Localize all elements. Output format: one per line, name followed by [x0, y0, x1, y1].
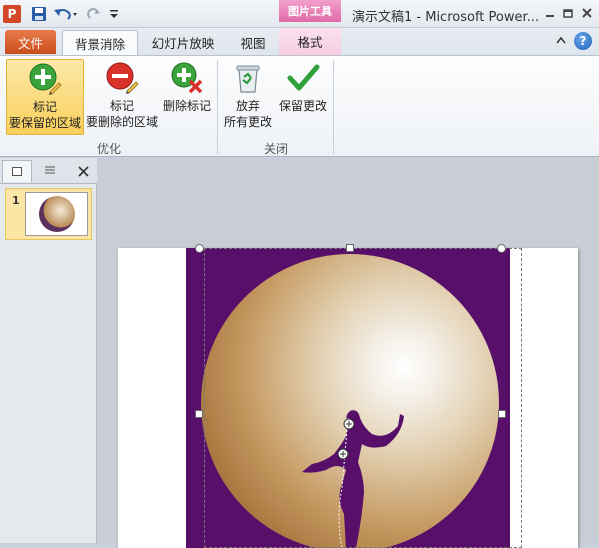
redo-button[interactable]: [86, 4, 102, 24]
pane-tabs: [0, 158, 97, 184]
checkmark-icon: [287, 64, 320, 91]
mark-areas-to-remove-button[interactable]: 标记 要删除的区域: [86, 59, 158, 135]
minimize-button[interactable]: [542, 5, 558, 21]
help-button[interactable]: ?: [574, 32, 592, 50]
discard-label-line2: 所有更改: [223, 115, 272, 129]
mark-keep-label-line1: 标记: [32, 100, 57, 114]
undo-icon: [54, 9, 77, 20]
discard-all-changes-button[interactable]: 放弃 所有更改: [222, 59, 274, 135]
close-button[interactable]: [579, 5, 595, 21]
tab-file[interactable]: 文件: [5, 30, 56, 54]
minus-pencil-icon: [106, 62, 139, 94]
edge-resize-handle[interactable]: [195, 410, 203, 418]
mark-keep-label-line2: 要保留的区域: [8, 116, 81, 130]
delete-mark-label: 删除标记: [162, 99, 211, 113]
restore-icon: [563, 9, 573, 18]
window-title: 演示文稿1 - Microsoft Power...: [352, 10, 540, 25]
restore-button[interactable]: [560, 5, 576, 21]
ribbon: 标记 要保留的区域 标记 要删除的区域 删除标记 放弃 所有更改 保留更改 优化…: [0, 55, 599, 157]
slide-thumbnail-row[interactable]: 1: [5, 188, 92, 240]
mark-remove-label-line2: 要删除的区域: [86, 115, 159, 129]
mark-areas-to-keep-button[interactable]: 标记 要保留的区域: [6, 59, 84, 135]
thumbnail-image: [38, 196, 75, 232]
help-icon: ?: [579, 34, 587, 48]
save-icon: [32, 7, 46, 21]
tab-format[interactable]: 格式: [279, 28, 341, 55]
customize-arrow-icon: [110, 10, 118, 18]
quick-access-customize-button[interactable]: [108, 4, 120, 24]
delete-mark-button[interactable]: 删除标记: [160, 59, 214, 135]
discard-label-line1: 放弃: [235, 99, 260, 113]
mark-remove-label-line1: 标记: [109, 99, 134, 113]
save-button[interactable]: [30, 4, 48, 24]
tab-outline[interactable]: [34, 160, 66, 182]
title-bar: P 图片工具 演示文稿1 - Microsoft Power...: [0, 0, 599, 28]
group-label-refine: 优化: [96, 142, 121, 156]
edge-resize-handle[interactable]: [498, 410, 506, 418]
undo-button[interactable]: [53, 4, 79, 24]
tab-background-removal[interactable]: 背景消除: [62, 30, 138, 55]
pane-close-icon: [77, 165, 89, 177]
plus-pencil-icon: [29, 63, 62, 95]
picture-selection-frame: [204, 248, 522, 548]
tab-view[interactable]: 视图: [230, 30, 276, 55]
keep-changes-label: 保留更改: [278, 99, 327, 113]
slide-editing-area: [98, 158, 599, 548]
slide-number: 1: [12, 194, 20, 207]
slide-canvas[interactable]: [118, 244, 578, 548]
group-label-close: 关闭: [263, 142, 288, 156]
powerpoint-app-icon[interactable]: P: [3, 5, 21, 23]
tab-slides[interactable]: [2, 160, 32, 182]
slide-thumbnail-pane: 1: [0, 158, 97, 543]
ribbon-tab-row: 文件 背景消除 幻灯片放映 视图 格式: [0, 28, 599, 55]
ribbon-collapse-button[interactable]: [556, 34, 566, 47]
keep-changes-button[interactable]: 保留更改: [276, 59, 330, 135]
corner-resize-handle[interactable]: [195, 244, 204, 253]
corner-resize-handle[interactable]: [497, 244, 506, 253]
delete-mark-icon: [171, 62, 203, 94]
minimize-icon: [546, 15, 554, 17]
outline-tab-icon: [45, 166, 55, 174]
slides-tab-icon: [12, 167, 22, 176]
pane-close-button[interactable]: [72, 160, 94, 182]
close-icon: [582, 8, 592, 18]
redo-icon: [87, 8, 100, 19]
recycle-bin-icon: [236, 65, 260, 93]
tab-slideshow[interactable]: 幻灯片放映: [142, 30, 224, 55]
ribbon-collapse-icon: [556, 36, 566, 44]
edge-resize-handle[interactable]: [346, 244, 354, 252]
slide-thumbnail[interactable]: [25, 192, 88, 236]
picture-tools-header: 图片工具: [279, 0, 341, 22]
